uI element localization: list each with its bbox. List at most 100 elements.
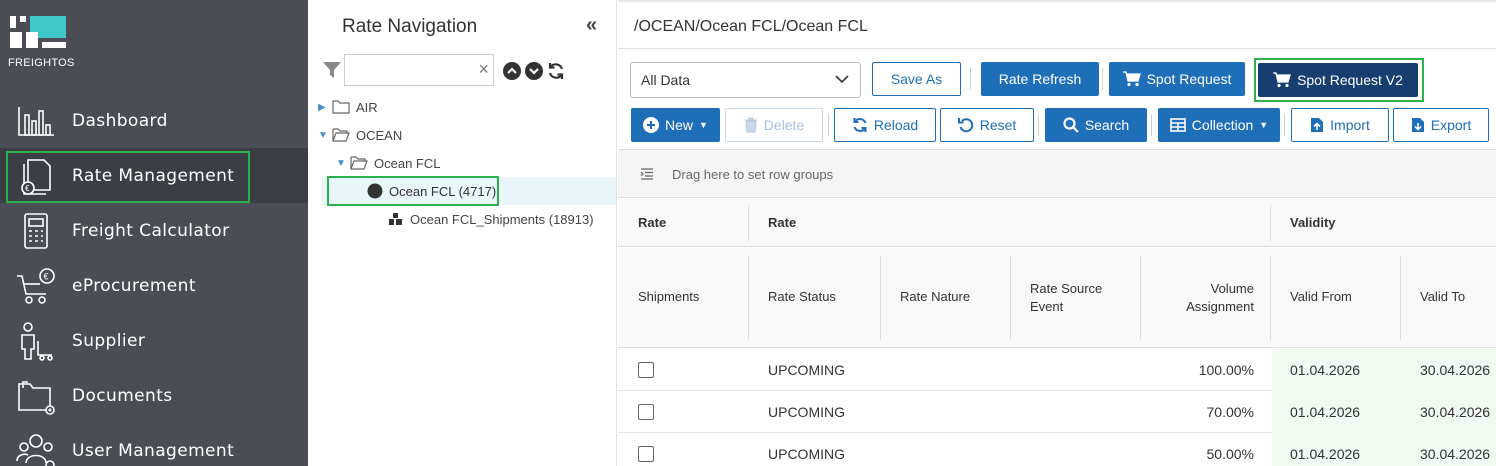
divider [1151, 114, 1152, 136]
sidebar-item-user-management[interactable]: User Management [0, 423, 308, 466]
tree-node-ocean-fcl-shipments[interactable]: Ocean FCL_Shipments (18913) [318, 205, 614, 233]
row-checkbox[interactable] [638, 446, 654, 462]
divider [880, 256, 881, 340]
folder-icon [332, 100, 350, 114]
divider [1270, 205, 1271, 241]
row-checkbox[interactable] [638, 404, 654, 420]
cell-valid-from: 01.04.2026 [1290, 362, 1361, 378]
export-button[interactable]: Export [1393, 108, 1489, 142]
cell-rate-status: UPCOMING [768, 446, 845, 462]
cell-valid-to: 30.04.2026 [1420, 404, 1491, 420]
view-select-value: All Data [641, 72, 691, 88]
cart-euro-icon: € [17, 268, 55, 304]
column-header-row: Shipments Rate Status Rate Nature Rate S… [618, 248, 1496, 348]
person-cart-icon [21, 322, 53, 361]
view-select[interactable]: All Data [630, 62, 861, 98]
sidebar-item-dashboard[interactable]: Dashboard [0, 93, 308, 148]
tree-search-input[interactable] [349, 55, 469, 83]
collection-button[interactable]: Collection ▼ [1158, 108, 1280, 142]
filter-icon[interactable] [322, 60, 342, 80]
folder-open-icon [350, 156, 368, 170]
cell-valid-from: 01.04.2026 [1290, 446, 1361, 462]
caret-down-icon[interactable]: ▼ [336, 158, 348, 169]
collapse-panel-button[interactable]: « [586, 14, 597, 37]
sidebar-item-label: Rate Management [72, 165, 235, 186]
cell-valid-from: 01.04.2026 [1290, 404, 1361, 420]
panel-title: Rate Navigation [342, 16, 478, 37]
refresh-tree-icon[interactable] [547, 62, 565, 80]
cart-icon [1122, 71, 1141, 87]
row-group-hint: Drag here to set row groups [672, 167, 834, 182]
cell-volume-assignment: 50.00% [1206, 446, 1254, 462]
group-header-rate: Rate [768, 215, 797, 230]
button-label: Collection [1191, 117, 1254, 133]
highlight-box [1254, 58, 1424, 102]
column-header-rate-status[interactable]: Rate Status [768, 288, 836, 306]
sidebar: FREIGHTOS Dashboard € Rate Management Fr… [0, 0, 308, 466]
sidebar-item-rate-management[interactable]: € Rate Management [0, 148, 308, 203]
clear-search-icon[interactable]: × [478, 59, 489, 79]
chevron-down-icon [835, 75, 849, 84]
tree-node-air[interactable]: ▶ AIR [318, 93, 614, 121]
table-row[interactable]: UPCOMING 70.00% 01.04.2026 30.04.2026 [618, 391, 1496, 433]
save-as-button[interactable]: Save As [872, 62, 961, 96]
cell-volume-assignment: 100.00% [1198, 362, 1254, 378]
divider [1010, 256, 1011, 340]
cell-volume-assignment: 70.00% [1206, 404, 1254, 420]
row-group-drop-zone[interactable]: Drag here to set row groups [618, 150, 1496, 198]
import-button[interactable]: Import [1291, 108, 1389, 142]
reload-button[interactable]: Reload [834, 108, 936, 142]
caret-down-icon: ▼ [699, 120, 708, 130]
divider [970, 68, 971, 90]
collapse-all-icon[interactable] [503, 62, 521, 80]
sidebar-item-label: Freight Calculator [72, 220, 230, 241]
sidebar-item-documents[interactable]: Documents [0, 368, 308, 423]
tree-node-ocean[interactable]: ▼ OCEAN [318, 121, 614, 149]
button-label: Reload [873, 117, 919, 133]
sidebar-item-freight-calculator[interactable]: Freight Calculator [0, 203, 308, 258]
reset-button[interactable]: Reset [940, 108, 1034, 142]
search-icon [1063, 117, 1079, 133]
column-header-valid-from[interactable]: Valid From [1290, 288, 1352, 306]
svg-text:€: € [25, 184, 30, 193]
table-row[interactable]: UPCOMING 50.00% 01.04.2026 30.04.2026 [618, 433, 1496, 466]
header-line: Volume [1210, 281, 1254, 296]
button-label: Reset [979, 117, 1017, 133]
button-label: Search [1084, 117, 1130, 133]
new-button[interactable]: New ▼ [631, 108, 720, 142]
button-label: Save As [890, 71, 943, 87]
tree-search-box: × [344, 54, 494, 86]
breadcrumb: /OCEAN/Ocean FCL/Ocean FCL [634, 18, 868, 35]
trash-icon [744, 117, 757, 133]
button-label: Spot Request [1146, 71, 1232, 87]
calculator-icon [24, 213, 48, 249]
tree-node-label: OCEAN [356, 127, 403, 143]
spot-request-button[interactable]: Spot Request [1109, 62, 1245, 96]
header-line: Event [1030, 299, 1064, 314]
rates-grid: Drag here to set row groups Rate Rate Va… [618, 149, 1496, 466]
column-header-shipments[interactable]: Shipments [638, 288, 699, 306]
table-row[interactable]: UPCOMING 100.00% 01.04.2026 30.04.2026 [618, 349, 1496, 391]
column-header-rate-source-event[interactable]: Rate Source Event [1030, 280, 1102, 316]
plus-circle-icon [643, 117, 660, 133]
button-label: Delete [763, 117, 805, 133]
folder-open-icon [332, 128, 350, 142]
sidebar-item-supplier[interactable]: Supplier [0, 313, 308, 368]
column-header-rate-nature[interactable]: Rate Nature [900, 288, 970, 306]
main-content: /OCEAN/Ocean FCL/Ocean FCL All Data Save… [618, 0, 1496, 466]
column-header-volume-assignment[interactable]: Volume Assignment [1154, 280, 1254, 316]
column-header-valid-to[interactable]: Valid To [1420, 288, 1465, 306]
row-checkbox[interactable] [638, 362, 654, 378]
caret-right-icon[interactable]: ▶ [318, 102, 330, 113]
button-label: Export [1430, 117, 1472, 133]
header-line: Assignment [1186, 299, 1254, 314]
tree-node-ocean-fcl[interactable]: ▼ Ocean FCL [336, 149, 632, 177]
expand-all-icon[interactable] [525, 62, 543, 80]
divider [618, 48, 1496, 49]
delete-button[interactable]: Delete [725, 108, 823, 142]
cell-valid-to: 30.04.2026 [1420, 446, 1491, 462]
search-button[interactable]: Search [1045, 108, 1147, 142]
caret-down-icon[interactable]: ▼ [318, 130, 330, 141]
rate-refresh-button[interactable]: Rate Refresh [981, 62, 1099, 96]
sidebar-item-eprocurement[interactable]: € eProcurement [0, 258, 308, 313]
